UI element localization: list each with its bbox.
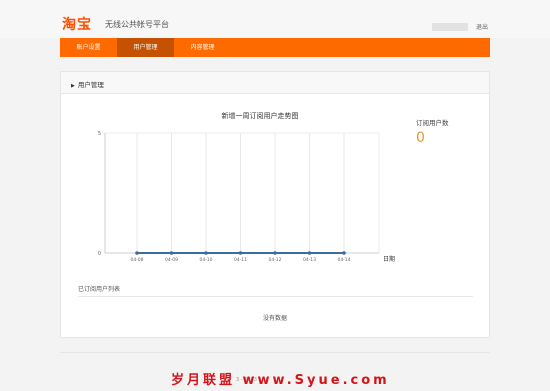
main-nav: 账户设置 用户管理 内容管理 [60, 38, 490, 57]
x-tick-label: 04-08 [130, 257, 143, 263]
tab-user-management[interactable]: 用户管理 [117, 38, 174, 57]
x-tick-label: 04-13 [303, 257, 316, 263]
tab-label: 内容管理 [190, 44, 215, 51]
y-tick-label: 5 [98, 131, 101, 137]
x-tick-label: 04-11 [234, 257, 247, 263]
data-point [135, 251, 139, 255]
data-point [238, 251, 243, 255]
subscriber-count-label: 订阅用户数 [416, 119, 449, 127]
subscriber-count-value: 0 [416, 130, 425, 146]
x-tick-label: 04-10 [199, 257, 212, 263]
x-tick-label: 04-14 [337, 257, 350, 263]
x-tick-label: 04-12 [268, 257, 281, 263]
y-tick-label: 0 [98, 251, 101, 257]
subscribed-users-list-title: 已订阅用户列表 [78, 286, 121, 293]
tab-account-settings[interactable]: 账户设置 [60, 38, 117, 57]
logout-link[interactable]: 退出 [476, 22, 488, 31]
weekly-subscriber-chart: 新增一周订阅用户走势图 5 0 04-08 04-09 04-10 04-11 04-12 04… [98, 111, 395, 263]
tab-content-management[interactable]: 内容管理 [174, 38, 231, 57]
chart-title: 新增一周订阅用户走势图 [222, 111, 299, 120]
watermark-text: 岁月联盟 www.Syue.com [171, 373, 390, 388]
x-tick-label: 04-09 [165, 257, 178, 263]
data-point [169, 251, 174, 255]
data-point [342, 251, 346, 255]
data-point [204, 251, 208, 255]
top-header: 淘宝 无线公共帐号平台 退出 [0, 0, 550, 38]
platform-name: 无线公共帐号平台 [105, 20, 169, 29]
taobao-logo[interactable]: 淘宝 [62, 14, 92, 34]
x-axis-label: 日期 [383, 255, 395, 263]
tab-label: 账户设置 [76, 44, 101, 51]
empty-list-message: 没有数据 [262, 315, 287, 322]
plot-area [104, 132, 380, 254]
divider [78, 296, 473, 297]
username-blurred [432, 23, 468, 31]
tab-label: 用户管理 [133, 44, 158, 51]
data-point [273, 251, 277, 255]
main-panel: ▶ 用户管理 新增一周订阅用户走势图 5 0 04-08 04-09 04-10 04-11 0… [60, 71, 490, 338]
footer-divider [60, 352, 490, 353]
data-point [307, 251, 312, 255]
